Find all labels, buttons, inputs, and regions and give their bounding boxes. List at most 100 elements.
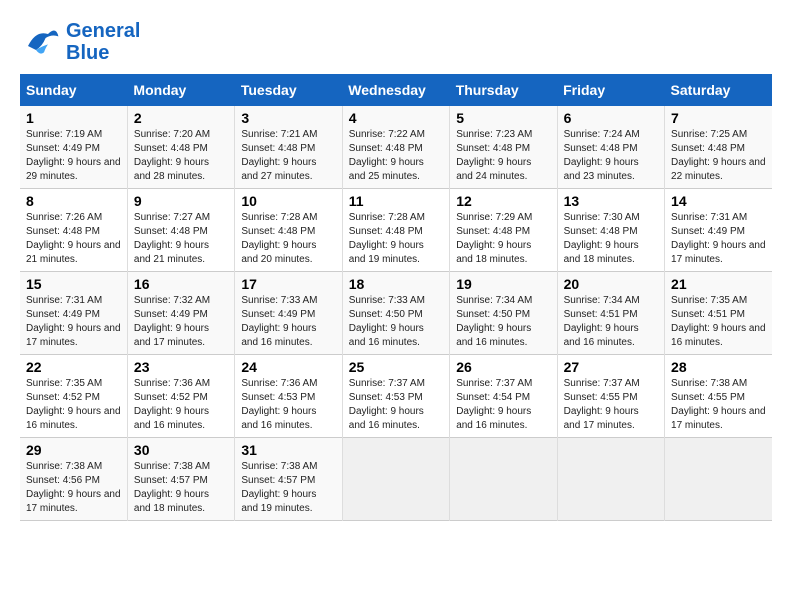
day-info: Sunrise: 7:27 AM Sunset: 4:48 PM Dayligh… <box>134 211 228 267</box>
calendar-cell: 15 Sunrise: 7:31 AM Sunset: 4:49 PM Dayl… <box>20 272 127 355</box>
calendar-cell: 24 Sunrise: 7:36 AM Sunset: 4:53 PM Dayl… <box>235 355 342 438</box>
day-number: 26 <box>456 359 550 375</box>
day-number: 7 <box>671 110 766 126</box>
day-info: Sunrise: 7:25 AM Sunset: 4:48 PM Dayligh… <box>671 128 766 184</box>
page-header: General Blue <box>20 20 772 64</box>
calendar-body: 1 Sunrise: 7:19 AM Sunset: 4:49 PM Dayli… <box>20 106 772 521</box>
day-number: 4 <box>349 110 443 126</box>
day-number: 31 <box>241 442 335 458</box>
day-number: 13 <box>564 193 658 209</box>
calendar-cell: 31 Sunrise: 7:38 AM Sunset: 4:57 PM Dayl… <box>235 438 342 521</box>
day-info: Sunrise: 7:21 AM Sunset: 4:48 PM Dayligh… <box>241 128 335 184</box>
logo-text: General Blue <box>66 20 140 64</box>
calendar-cell: 23 Sunrise: 7:36 AM Sunset: 4:52 PM Dayl… <box>127 355 234 438</box>
week-row-2: 8 Sunrise: 7:26 AM Sunset: 4:48 PM Dayli… <box>20 189 772 272</box>
calendar-cell <box>557 438 664 521</box>
week-row-3: 15 Sunrise: 7:31 AM Sunset: 4:49 PM Dayl… <box>20 272 772 355</box>
day-info: Sunrise: 7:33 AM Sunset: 4:50 PM Dayligh… <box>349 294 443 350</box>
calendar-cell: 25 Sunrise: 7:37 AM Sunset: 4:53 PM Dayl… <box>342 355 449 438</box>
weekday-header-friday: Friday <box>557 74 664 106</box>
calendar-cell: 14 Sunrise: 7:31 AM Sunset: 4:49 PM Dayl… <box>665 189 772 272</box>
calendar-cell: 6 Sunrise: 7:24 AM Sunset: 4:48 PM Dayli… <box>557 106 664 189</box>
day-info: Sunrise: 7:37 AM Sunset: 4:54 PM Dayligh… <box>456 377 550 433</box>
day-number: 28 <box>671 359 766 375</box>
calendar-cell: 28 Sunrise: 7:38 AM Sunset: 4:55 PM Dayl… <box>665 355 772 438</box>
day-info: Sunrise: 7:32 AM Sunset: 4:49 PM Dayligh… <box>134 294 228 350</box>
calendar-cell: 18 Sunrise: 7:33 AM Sunset: 4:50 PM Dayl… <box>342 272 449 355</box>
day-info: Sunrise: 7:38 AM Sunset: 4:55 PM Dayligh… <box>671 377 766 433</box>
calendar-cell: 9 Sunrise: 7:27 AM Sunset: 4:48 PM Dayli… <box>127 189 234 272</box>
weekday-header-tuesday: Tuesday <box>235 74 342 106</box>
day-info: Sunrise: 7:33 AM Sunset: 4:49 PM Dayligh… <box>241 294 335 350</box>
calendar-cell: 3 Sunrise: 7:21 AM Sunset: 4:48 PM Dayli… <box>235 106 342 189</box>
calendar-cell: 29 Sunrise: 7:38 AM Sunset: 4:56 PM Dayl… <box>20 438 127 521</box>
day-number: 1 <box>26 110 121 126</box>
day-number: 23 <box>134 359 228 375</box>
calendar-cell: 1 Sunrise: 7:19 AM Sunset: 4:49 PM Dayli… <box>20 106 127 189</box>
day-number: 12 <box>456 193 550 209</box>
day-info: Sunrise: 7:38 AM Sunset: 4:57 PM Dayligh… <box>134 460 228 516</box>
week-row-5: 29 Sunrise: 7:38 AM Sunset: 4:56 PM Dayl… <box>20 438 772 521</box>
day-number: 15 <box>26 276 121 292</box>
day-info: Sunrise: 7:29 AM Sunset: 4:48 PM Dayligh… <box>456 211 550 267</box>
day-number: 22 <box>26 359 121 375</box>
day-info: Sunrise: 7:38 AM Sunset: 4:57 PM Dayligh… <box>241 460 335 516</box>
calendar-cell: 27 Sunrise: 7:37 AM Sunset: 4:55 PM Dayl… <box>557 355 664 438</box>
day-info: Sunrise: 7:26 AM Sunset: 4:48 PM Dayligh… <box>26 211 121 267</box>
logo: General Blue <box>20 20 140 64</box>
week-row-1: 1 Sunrise: 7:19 AM Sunset: 4:49 PM Dayli… <box>20 106 772 189</box>
calendar-cell: 12 Sunrise: 7:29 AM Sunset: 4:48 PM Dayl… <box>450 189 557 272</box>
day-info: Sunrise: 7:28 AM Sunset: 4:48 PM Dayligh… <box>349 211 443 267</box>
day-info: Sunrise: 7:31 AM Sunset: 4:49 PM Dayligh… <box>671 211 766 267</box>
calendar-cell: 17 Sunrise: 7:33 AM Sunset: 4:49 PM Dayl… <box>235 272 342 355</box>
calendar-cell <box>342 438 449 521</box>
day-info: Sunrise: 7:35 AM Sunset: 4:51 PM Dayligh… <box>671 294 766 350</box>
day-number: 9 <box>134 193 228 209</box>
day-number: 14 <box>671 193 766 209</box>
day-number: 19 <box>456 276 550 292</box>
day-info: Sunrise: 7:28 AM Sunset: 4:48 PM Dayligh… <box>241 211 335 267</box>
day-info: Sunrise: 7:37 AM Sunset: 4:53 PM Dayligh… <box>349 377 443 433</box>
calendar-cell: 16 Sunrise: 7:32 AM Sunset: 4:49 PM Dayl… <box>127 272 234 355</box>
day-info: Sunrise: 7:31 AM Sunset: 4:49 PM Dayligh… <box>26 294 121 350</box>
calendar-cell: 19 Sunrise: 7:34 AM Sunset: 4:50 PM Dayl… <box>450 272 557 355</box>
day-info: Sunrise: 7:34 AM Sunset: 4:50 PM Dayligh… <box>456 294 550 350</box>
day-info: Sunrise: 7:36 AM Sunset: 4:53 PM Dayligh… <box>241 377 335 433</box>
day-number: 25 <box>349 359 443 375</box>
day-number: 2 <box>134 110 228 126</box>
calendar-header: SundayMondayTuesdayWednesdayThursdayFrid… <box>20 74 772 106</box>
week-row-4: 22 Sunrise: 7:35 AM Sunset: 4:52 PM Dayl… <box>20 355 772 438</box>
day-number: 17 <box>241 276 335 292</box>
day-info: Sunrise: 7:23 AM Sunset: 4:48 PM Dayligh… <box>456 128 550 184</box>
day-info: Sunrise: 7:22 AM Sunset: 4:48 PM Dayligh… <box>349 128 443 184</box>
calendar-cell: 10 Sunrise: 7:28 AM Sunset: 4:48 PM Dayl… <box>235 189 342 272</box>
day-number: 20 <box>564 276 658 292</box>
day-number: 11 <box>349 193 443 209</box>
day-number: 3 <box>241 110 335 126</box>
day-number: 8 <box>26 193 121 209</box>
calendar-cell: 26 Sunrise: 7:37 AM Sunset: 4:54 PM Dayl… <box>450 355 557 438</box>
calendar-cell: 13 Sunrise: 7:30 AM Sunset: 4:48 PM Dayl… <box>557 189 664 272</box>
day-info: Sunrise: 7:24 AM Sunset: 4:48 PM Dayligh… <box>564 128 658 184</box>
calendar-table: SundayMondayTuesdayWednesdayThursdayFrid… <box>20 74 772 521</box>
calendar-cell: 11 Sunrise: 7:28 AM Sunset: 4:48 PM Dayl… <box>342 189 449 272</box>
day-info: Sunrise: 7:36 AM Sunset: 4:52 PM Dayligh… <box>134 377 228 433</box>
weekday-header-thursday: Thursday <box>450 74 557 106</box>
logo-bird-icon <box>20 22 60 62</box>
day-number: 18 <box>349 276 443 292</box>
calendar-cell: 8 Sunrise: 7:26 AM Sunset: 4:48 PM Dayli… <box>20 189 127 272</box>
day-number: 29 <box>26 442 121 458</box>
weekday-header-monday: Monday <box>127 74 234 106</box>
calendar-cell <box>450 438 557 521</box>
day-info: Sunrise: 7:35 AM Sunset: 4:52 PM Dayligh… <box>26 377 121 433</box>
weekday-header-saturday: Saturday <box>665 74 772 106</box>
day-number: 24 <box>241 359 335 375</box>
calendar-cell: 7 Sunrise: 7:25 AM Sunset: 4:48 PM Dayli… <box>665 106 772 189</box>
weekday-header-wednesday: Wednesday <box>342 74 449 106</box>
calendar-cell: 4 Sunrise: 7:22 AM Sunset: 4:48 PM Dayli… <box>342 106 449 189</box>
day-number: 21 <box>671 276 766 292</box>
weekday-header-sunday: Sunday <box>20 74 127 106</box>
calendar-cell: 30 Sunrise: 7:38 AM Sunset: 4:57 PM Dayl… <box>127 438 234 521</box>
day-info: Sunrise: 7:30 AM Sunset: 4:48 PM Dayligh… <box>564 211 658 267</box>
day-number: 30 <box>134 442 228 458</box>
